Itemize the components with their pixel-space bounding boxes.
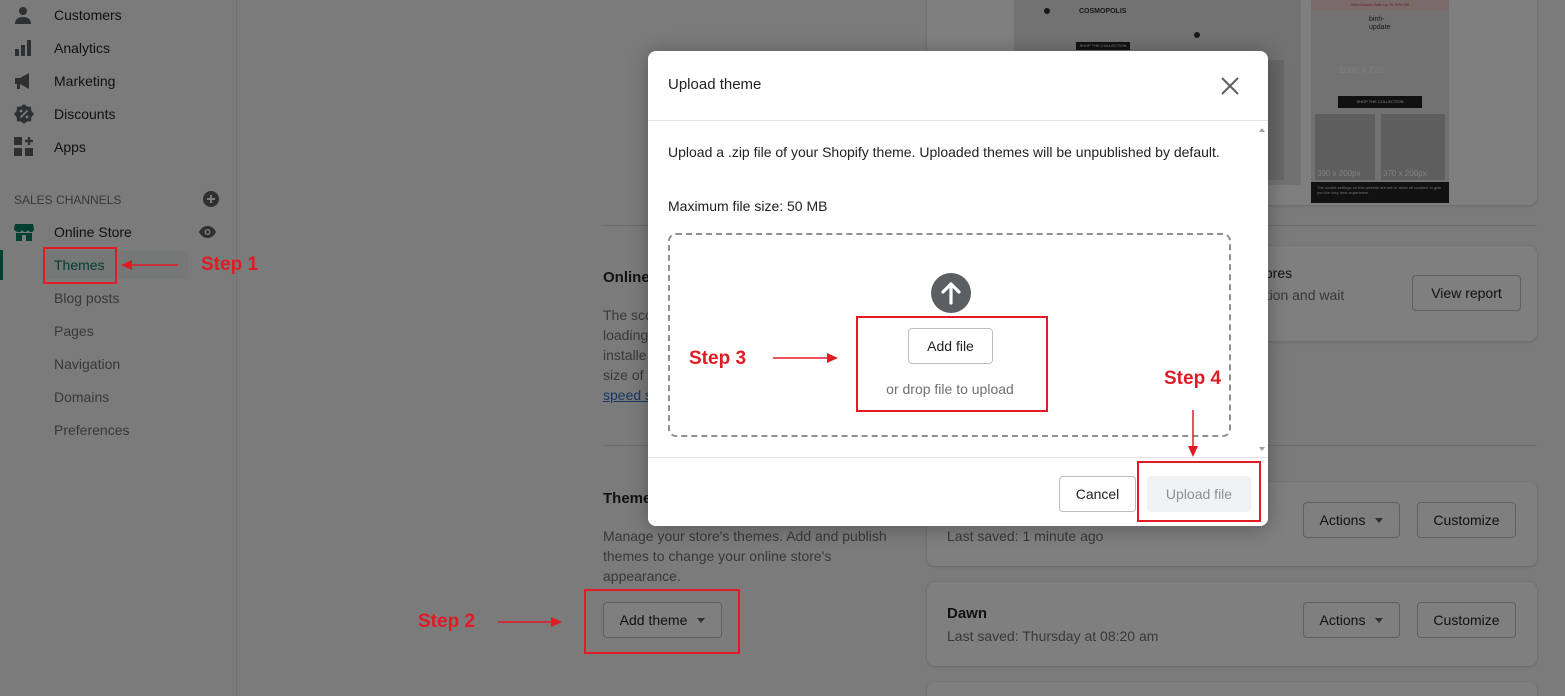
step4-label: Step 4 xyxy=(1164,368,1222,389)
upload-theme-dialog: Upload theme Upload a .zip file of your … xyxy=(648,51,1268,526)
modal-title: Upload theme xyxy=(668,76,762,93)
step3-label: Step 3 xyxy=(689,348,747,369)
cancel-button[interactable]: Cancel xyxy=(1059,476,1136,512)
modal-header: Upload theme xyxy=(648,51,1268,121)
scroll-down-icon[interactable] xyxy=(1259,447,1265,451)
step2-label: Step 2 xyxy=(418,611,476,632)
upload-arrow-icon xyxy=(931,273,971,313)
step4-highlight xyxy=(1137,461,1261,522)
modal-scrollbar[interactable] xyxy=(1256,122,1268,457)
close-icon[interactable] xyxy=(1217,73,1243,99)
step2-highlight xyxy=(584,589,740,654)
step1-label: Step 1 xyxy=(201,254,259,275)
scroll-up-icon[interactable] xyxy=(1259,128,1265,132)
max-file-size: Maximum file size: 50 MB xyxy=(668,198,828,214)
step1-highlight xyxy=(43,247,117,284)
step3-highlight xyxy=(856,316,1048,412)
modal-description: Upload a .zip file of your Shopify theme… xyxy=(668,144,1220,160)
